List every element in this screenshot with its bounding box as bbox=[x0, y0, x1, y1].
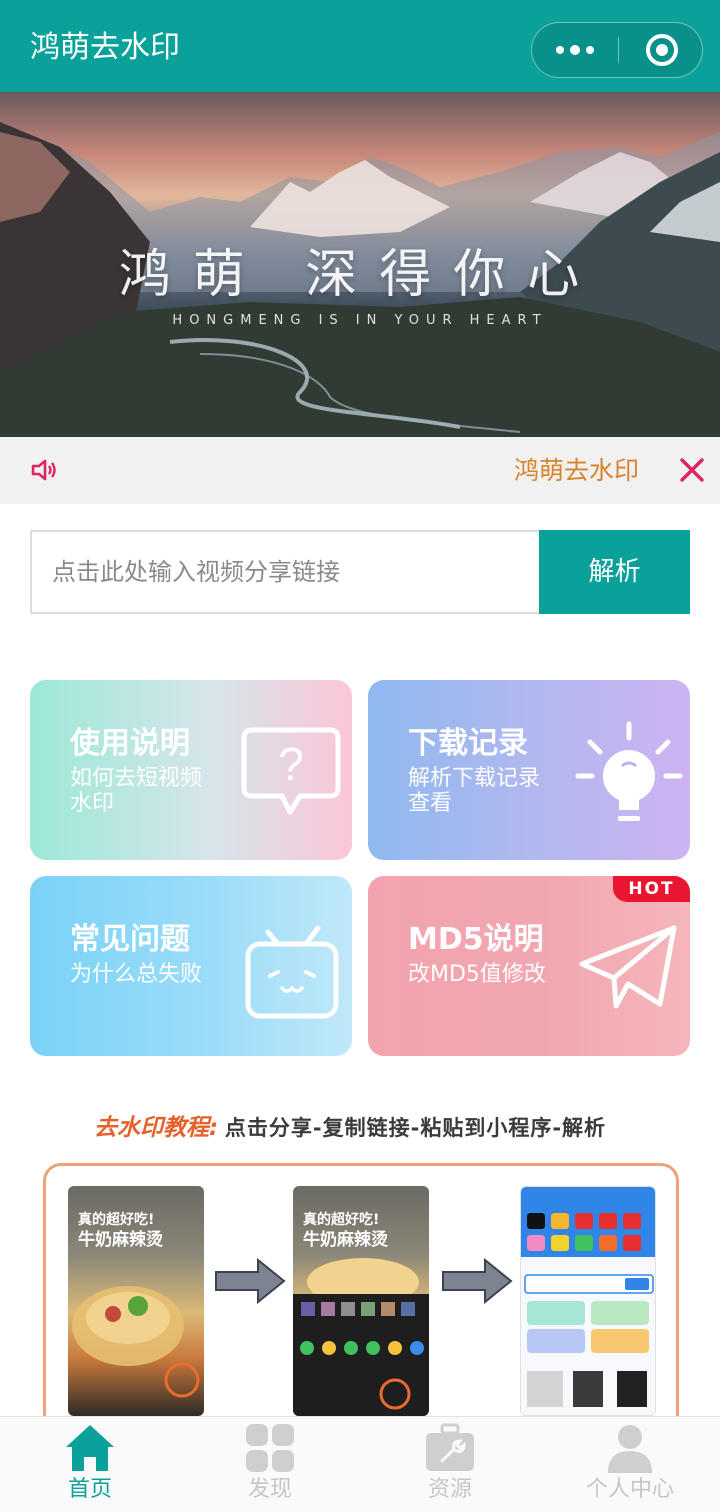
tutorial-step-copy: 真的超好吃! 牛奶麻辣烫 bbox=[293, 1186, 429, 1416]
parse-button[interactable]: 解析 bbox=[539, 530, 690, 614]
tab-label: 发现 bbox=[247, 1477, 292, 1502]
share-sheet bbox=[293, 1258, 429, 1416]
card-desc: 为什么总失败 bbox=[70, 962, 203, 987]
card-download-history[interactable]: 下载记录 解析下载记录查看 bbox=[368, 680, 690, 860]
user-icon bbox=[608, 1425, 652, 1473]
more-options-icon[interactable] bbox=[532, 23, 618, 76]
card-desc: 改MD5值修改 bbox=[408, 962, 546, 987]
page-title: 鸿萌去水印 bbox=[30, 30, 180, 65]
svg-text:?: ? bbox=[278, 738, 304, 790]
tab-discover[interactable]: 发现 bbox=[180, 1417, 360, 1512]
toolbox-icon bbox=[426, 1423, 474, 1471]
close-mini-program-icon[interactable] bbox=[646, 34, 678, 66]
mini-program-screen bbox=[521, 1187, 655, 1407]
lightbulb-icon bbox=[575, 721, 683, 821]
banner[interactable]: 鸿萌 深得你心 HONGMENG IS IN YOUR HEART bbox=[0, 92, 720, 437]
tutorial-label: 去水印教程: bbox=[94, 1115, 219, 1141]
tab-profile[interactable]: 个人中心 bbox=[540, 1417, 720, 1512]
card-usage-guide[interactable]: 使用说明 如何去短视频水印 ? bbox=[30, 680, 352, 860]
notice-text: 鸿萌去水印 bbox=[514, 456, 640, 485]
card-md5-info[interactable]: MD5说明 改MD5值修改 bbox=[368, 876, 690, 1056]
tab-label: 资源 bbox=[427, 1477, 472, 1502]
tutorial-heading: 去水印教程: 点击分享-复制链接-粘贴到小程序-解析 bbox=[94, 1113, 606, 1143]
banner-title: 鸿萌 深得你心 bbox=[118, 245, 602, 305]
banner-subtitle: HONGMENG IS IN YOUR HEART bbox=[172, 313, 548, 328]
tab-resources[interactable]: 资源 bbox=[360, 1417, 540, 1512]
tab-bar: 首页 发现 资源 个人中心 bbox=[0, 1416, 720, 1512]
card-faq[interactable]: 常见问题 为什么总失败 bbox=[30, 876, 352, 1056]
food-photo bbox=[72, 1286, 200, 1398]
grid-icon bbox=[246, 1424, 294, 1472]
notice-bar: 鸿萌去水印 bbox=[0, 437, 720, 504]
paper-plane-icon bbox=[579, 925, 677, 1009]
card-desc: 解析下载记录查看 bbox=[408, 766, 541, 816]
tv-face-icon bbox=[245, 925, 339, 1019]
card-desc: 如何去短视频水印 bbox=[70, 766, 203, 816]
mini-program-capsule bbox=[531, 22, 703, 78]
hot-badge: HOT bbox=[613, 876, 690, 902]
tutorial-step-parse bbox=[520, 1186, 656, 1416]
card-title: 下载记录 bbox=[408, 726, 528, 761]
speaker-icon bbox=[31, 459, 56, 481]
nav-bar: 鸿萌去水印 bbox=[0, 0, 720, 92]
question-bubble-icon: ? bbox=[241, 727, 341, 815]
arrow-right-icon bbox=[215, 1258, 286, 1304]
card-title: 常见问题 bbox=[70, 922, 190, 957]
tutorial-steps: 点击分享-复制链接-粘贴到小程序-解析 bbox=[224, 1116, 607, 1140]
tutorial-step-share: 真的超好吃! 牛奶麻辣烫 bbox=[68, 1186, 204, 1416]
close-icon[interactable] bbox=[676, 454, 708, 486]
video-link-input[interactable]: 点击此处输入视频分享链接 bbox=[30, 530, 540, 614]
tab-label: 个人中心 bbox=[585, 1477, 674, 1502]
capsule-divider bbox=[618, 37, 619, 63]
card-title: 使用说明 bbox=[70, 726, 190, 761]
tab-home[interactable]: 首页 bbox=[0, 1417, 180, 1512]
home-icon bbox=[66, 1425, 114, 1471]
tab-label: 首页 bbox=[67, 1477, 112, 1502]
arrow-right-icon bbox=[442, 1258, 513, 1304]
card-title: MD5说明 bbox=[408, 922, 544, 957]
tutorial-image[interactable]: 真的超好吃! 牛奶麻辣烫 真的超好吃! 牛奶麻辣烫 bbox=[43, 1163, 679, 1423]
